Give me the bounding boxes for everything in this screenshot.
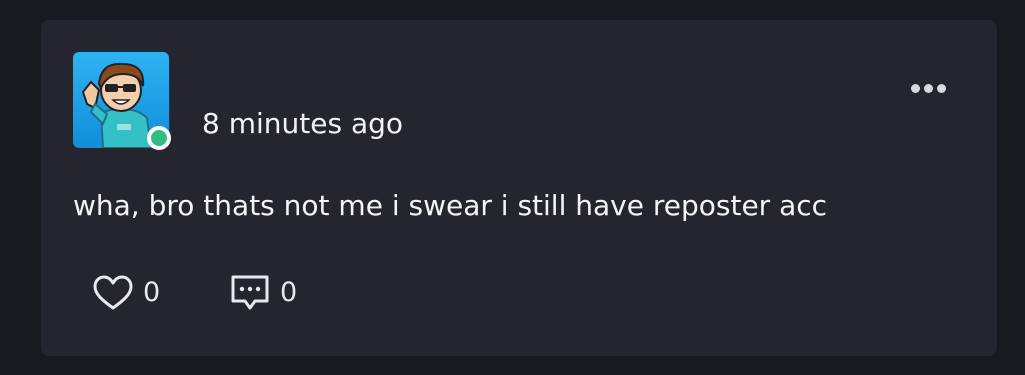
like-count: 0 bbox=[143, 277, 161, 308]
online-status-dot bbox=[151, 130, 167, 146]
more-options-icon-dot bbox=[923, 83, 933, 93]
more-options-icon bbox=[910, 83, 920, 93]
comment-button[interactable]: 0 bbox=[230, 274, 297, 312]
like-button[interactable]: 0 bbox=[93, 274, 160, 312]
post-card: 8 minutes ago wha, bro thats not me i sw… bbox=[41, 20, 997, 356]
online-status-indicator bbox=[147, 126, 171, 150]
heart-icon bbox=[93, 275, 133, 310]
more-options-button[interactable] bbox=[903, 76, 953, 100]
post-body: wha, bro thats not me i swear i still ha… bbox=[73, 189, 828, 222]
comment-icon bbox=[231, 275, 269, 310]
author-avatar-container[interactable] bbox=[73, 52, 171, 150]
more-options-icon-dot bbox=[936, 83, 946, 93]
comment-count: 0 bbox=[280, 277, 298, 308]
post-timestamp: 8 minutes ago bbox=[202, 107, 404, 140]
